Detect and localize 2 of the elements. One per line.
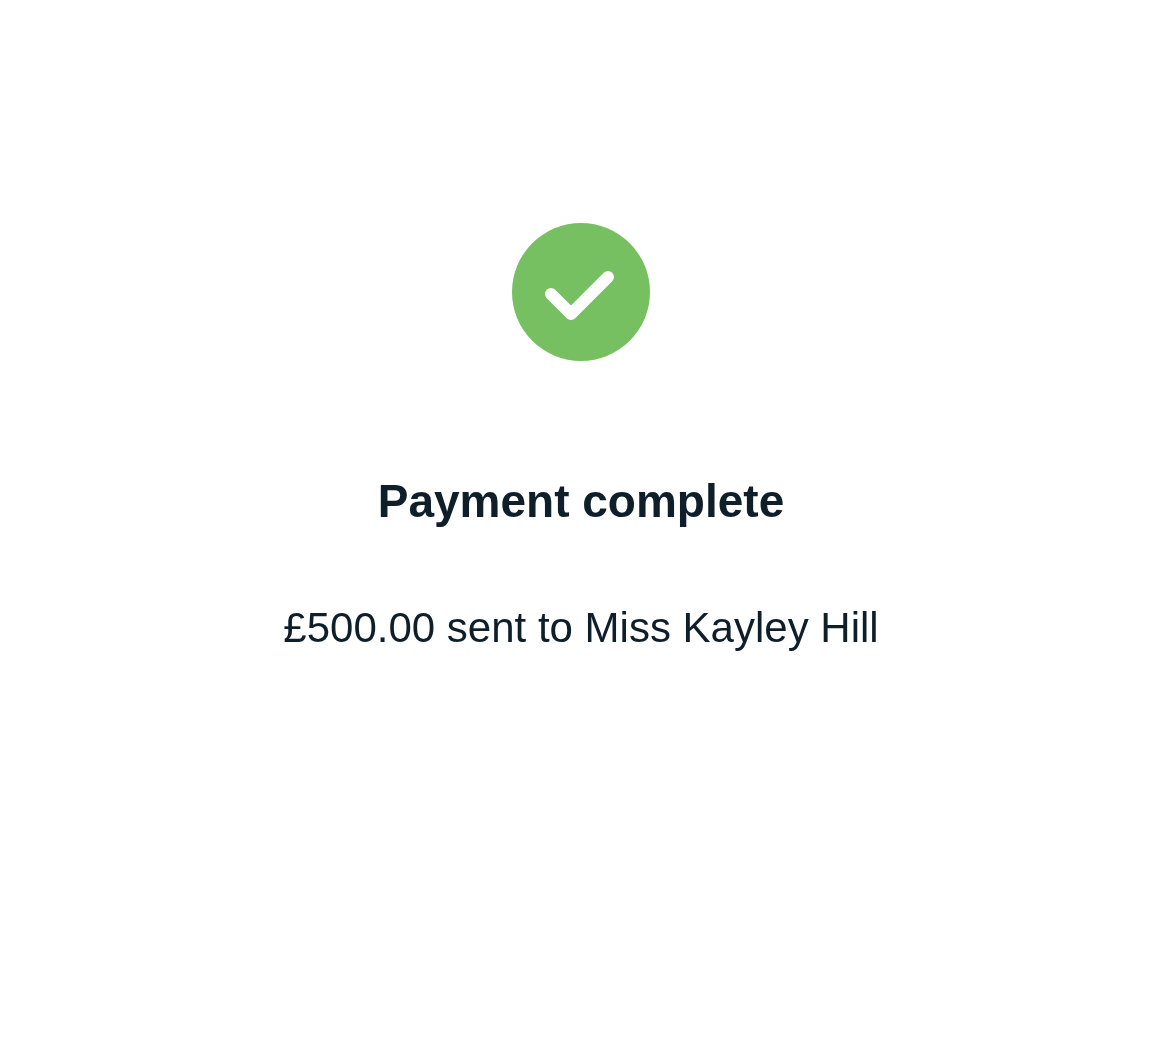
payment-title: Payment complete bbox=[377, 474, 785, 529]
payment-message: £500.00 sent to Miss Kayley Hill bbox=[283, 603, 879, 653]
